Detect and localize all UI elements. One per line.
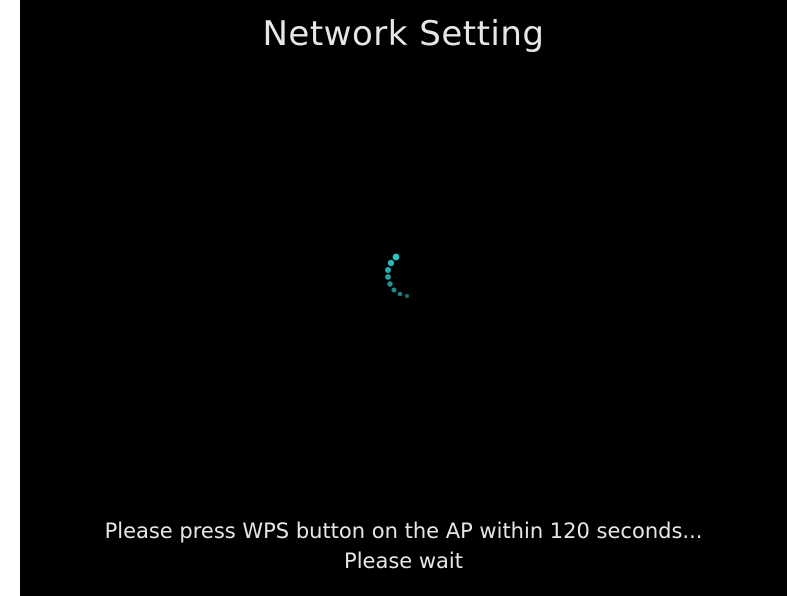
please-wait-text: Please wait xyxy=(344,549,463,573)
wps-instruction-text: Please press WPS button on the AP within… xyxy=(104,519,703,543)
spinner-icon xyxy=(378,244,428,314)
status-message: Please press WPS button on the AP within… xyxy=(20,516,787,576)
page-title: Network Setting xyxy=(262,14,545,54)
network-setting-screen: Network Setting Please press WPS button … xyxy=(20,0,787,596)
